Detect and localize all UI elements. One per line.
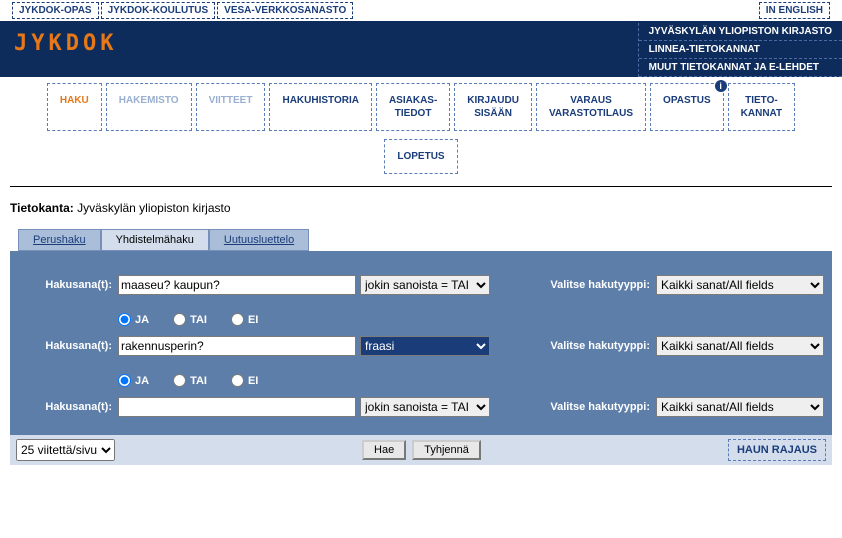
nav-item-4[interactable]: ASIAKAS-TIEDOT — [376, 83, 450, 131]
op-radio-ei-1[interactable] — [231, 313, 244, 326]
search-row-0: Hakusana(t): jokin sanoista = TAIfraasi Va… — [10, 271, 832, 299]
header-link-linnea[interactable]: LINNEA-TIETOKANNAT — [639, 41, 842, 59]
type-select-0[interactable]: Kaikki sanat/All fields — [656, 275, 824, 295]
nav-item-8[interactable]: TIETO-KANNAT — [728, 83, 795, 131]
type-select-2[interactable]: Kaikki sanat/All fields — [656, 397, 824, 417]
op-radio-tai-2[interactable] — [173, 374, 186, 387]
op-ja-1[interactable]: JA — [118, 313, 149, 326]
search-tabs: PerushakuYhdistelmähakuUutuusluettelo — [0, 229, 842, 251]
type-label-2: Valitse hakutyyppi: — [496, 401, 656, 413]
nav-item-1[interactable]: HAKEMISTO — [106, 83, 192, 131]
divider — [10, 186, 832, 187]
word-label-0: Hakusana(t): — [10, 279, 118, 291]
clear-button[interactable]: Tyhjennä — [412, 440, 481, 460]
mode-select-1[interactable]: jokin sanoista = TAIfraasi — [360, 336, 490, 356]
header-link-muut[interactable]: MUUT TIETOKANNAT JA E-LEHDET — [639, 59, 842, 77]
search-input-0[interactable] — [118, 275, 356, 295]
op-tai-1[interactable]: TAI — [173, 313, 207, 326]
nav-item-2[interactable]: VIITTEET — [196, 83, 266, 131]
search-row-1: Hakusana(t): jokin sanoista = TAIfraasi Va… — [10, 332, 832, 360]
top-link-koulutus[interactable]: JYKDOK-KOULUTUS — [101, 2, 216, 19]
op-ei-2[interactable]: EI — [231, 374, 258, 387]
tab-2[interactable]: Uutuusluettelo — [209, 229, 309, 251]
main-nav: HAKUHAKEMISTOVIITTEETHAKUHISTORIAASIAKAS… — [0, 77, 842, 135]
search-form: Hakusana(t): jokin sanoista = TAIfraasi Va… — [10, 251, 832, 435]
nav-item-5[interactable]: KIRJAUDUSISÄÄN — [454, 83, 532, 131]
search-input-1[interactable] — [118, 336, 356, 356]
mode-select-0[interactable]: jokin sanoista = TAIfraasi — [360, 275, 490, 295]
mode-select-2[interactable]: jokin sanoista = TAIfraasi — [360, 397, 490, 417]
op-tai-2[interactable]: TAI — [173, 374, 207, 387]
word-label-2: Hakusana(t): — [10, 401, 118, 413]
search-row-2: Hakusana(t): jokin sanoista = TAIfraasi Va… — [10, 393, 832, 421]
database-info: Tietokanta: Jyväskylän yliopiston kirjas… — [0, 197, 842, 229]
refine-button[interactable]: HAUN RAJAUS — [728, 439, 826, 461]
lang-english[interactable]: IN ENGLISH — [759, 2, 830, 19]
type-select-1[interactable]: Kaikki sanat/All fields — [656, 336, 824, 356]
operator-row-2: JA TAI EI — [10, 360, 832, 393]
search-input-2[interactable] — [118, 397, 356, 417]
per-page-select[interactable]: 25 viitettä/sivu — [16, 439, 115, 461]
bottom-bar: 25 viitettä/sivu Hae Tyhjennä HAUN RAJAU… — [10, 435, 832, 465]
word-label-1: Hakusana(t): — [10, 340, 118, 352]
info-icon: i — [715, 80, 727, 92]
op-radio-tai-1[interactable] — [173, 313, 186, 326]
nav2-item-0[interactable]: LOPETUS — [384, 139, 457, 174]
top-link-vesa[interactable]: VESA-VERKKOSANASTO — [217, 2, 353, 19]
logo: JYKDOK — [0, 21, 131, 62]
top-link-opas[interactable]: JYKDOK-OPAS — [12, 2, 99, 19]
nav-row2: LOPETUS — [0, 135, 842, 184]
op-radio-ja-1[interactable] — [118, 313, 131, 326]
tab-0[interactable]: Perushaku — [18, 229, 101, 251]
op-radio-ja-2[interactable] — [118, 374, 131, 387]
search-button[interactable]: Hae — [362, 440, 406, 460]
nav-item-7[interactable]: OPASTUSi — [650, 83, 724, 131]
operator-row-1: JA TAI EI — [10, 299, 832, 332]
type-label-0: Valitse hakutyyppi: — [496, 279, 656, 291]
nav-item-0[interactable]: HAKU — [47, 83, 102, 131]
type-label-1: Valitse hakutyyppi: — [496, 340, 656, 352]
nav-item-3[interactable]: HAKUHISTORIA — [269, 83, 371, 131]
nav-item-6[interactable]: VARAUSVARASTOTILAUS — [536, 83, 646, 131]
tab-1[interactable]: Yhdistelmähaku — [101, 229, 209, 251]
op-radio-ei-2[interactable] — [231, 374, 244, 387]
op-ei-1[interactable]: EI — [231, 313, 258, 326]
op-ja-2[interactable]: JA — [118, 374, 149, 387]
header-link-kirjasto[interactable]: JYVÄSKYLÄN YLIOPISTON KIRJASTO — [639, 23, 842, 41]
